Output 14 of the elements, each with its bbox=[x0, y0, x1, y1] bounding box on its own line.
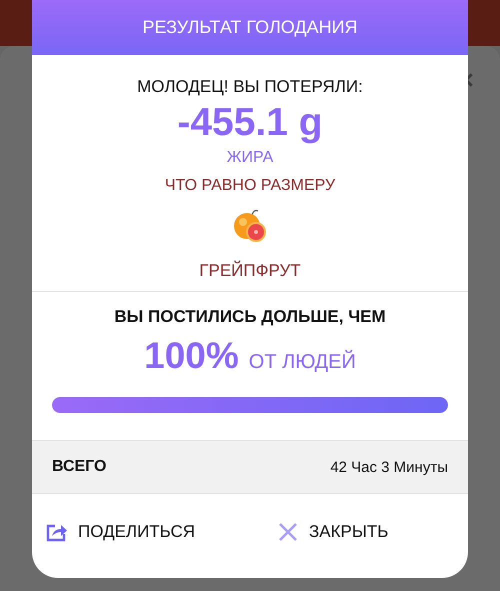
fruit-name: ГРЕЙПФРУТ bbox=[199, 261, 301, 281]
share-button[interactable]: ПОДЕЛИТЬСЯ bbox=[32, 516, 237, 548]
intro-text: МОЛОДЕЦ! ВЫ ПОТЕРЯЛИ: bbox=[137, 77, 363, 97]
unit-label: ЖИРА bbox=[226, 149, 274, 167]
dialog-title: РЕЗУЛЬТАТ ГОЛОДАНИЯ bbox=[142, 17, 358, 38]
percent-label: ОТ ЛЮДЕЙ bbox=[248, 351, 356, 374]
close-button[interactable]: ЗАКРЫТЬ bbox=[237, 516, 468, 548]
ranking-title: ВЫ ПОСТИЛИСЬ ДОЛЬШЕ, ЧЕМ bbox=[114, 307, 386, 327]
total-value: 42 Час 3 Минуты bbox=[330, 458, 448, 476]
loss-amount: -455.1 g bbox=[177, 101, 323, 145]
total-label: ВСЕГО bbox=[52, 458, 106, 476]
compare-text: ЧТО РАВНО РАЗМЕРУ bbox=[164, 177, 336, 195]
percent-value: 100% bbox=[144, 335, 239, 377]
share-icon bbox=[46, 522, 68, 542]
